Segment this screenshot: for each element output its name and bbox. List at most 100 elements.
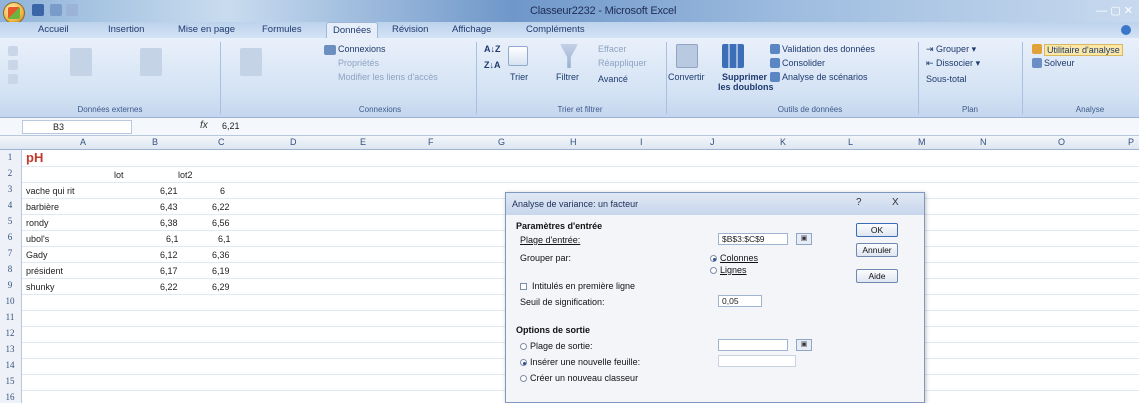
- row-header[interactable]: 8: [0, 264, 20, 274]
- properties-button[interactable]: Propriétés: [338, 58, 379, 68]
- connections-button[interactable]: Connexions: [338, 44, 386, 54]
- value-cell[interactable]: 6,1: [218, 234, 231, 244]
- what-if-analysis-button[interactable]: Analyse de scénarios: [782, 72, 868, 82]
- value-cell[interactable]: 6,43: [160, 202, 178, 212]
- help-icon[interactable]: [1121, 25, 1131, 35]
- tab-affichage[interactable]: Affichage: [452, 24, 491, 35]
- column-header[interactable]: C: [218, 137, 225, 147]
- fx-icon[interactable]: fx: [200, 120, 208, 131]
- column-header[interactable]: P: [1128, 137, 1134, 147]
- name-box[interactable]: B3: [22, 120, 132, 134]
- filter-icon[interactable]: [560, 44, 578, 68]
- refresh-all-icon[interactable]: [240, 48, 262, 76]
- label-cell[interactable]: ubol's: [26, 234, 49, 244]
- column-header[interactable]: H: [570, 137, 577, 147]
- tab-revision[interactable]: Révision: [392, 24, 428, 35]
- radio-columns[interactable]: [710, 255, 717, 262]
- row-header[interactable]: 10: [0, 296, 20, 306]
- radio-new-workbook[interactable]: [520, 375, 527, 382]
- value-cell[interactable]: 6,1: [166, 234, 179, 244]
- clear-filter-button[interactable]: Effacer: [598, 44, 626, 54]
- analysis-toolpak-button[interactable]: Utilitaire d'analyse: [1044, 44, 1123, 56]
- radio-rows[interactable]: [710, 267, 717, 274]
- column-header[interactable]: M: [918, 137, 926, 147]
- row-header[interactable]: 6: [0, 232, 20, 242]
- label-cell[interactable]: rondy: [26, 218, 49, 228]
- save-icon[interactable]: [32, 4, 44, 16]
- new-sheet-name-field[interactable]: [718, 355, 796, 367]
- reapply-filter-button[interactable]: Réappliquer: [598, 58, 647, 68]
- radio-new-sheet[interactable]: [520, 359, 527, 366]
- value-cell[interactable]: 6,36: [212, 250, 230, 260]
- header-cell[interactable]: lot: [114, 170, 124, 180]
- office-button[interactable]: [3, 2, 25, 24]
- value-cell[interactable]: 6,19: [212, 266, 230, 276]
- text-to-columns-icon[interactable]: [676, 44, 698, 68]
- ungroup-button[interactable]: ⇤ Dissocier ▾: [926, 58, 980, 69]
- column-header[interactable]: O: [1058, 137, 1065, 147]
- label-cell[interactable]: shunky: [26, 282, 55, 292]
- dialog-help-icon[interactable]: ?: [856, 197, 862, 208]
- value-cell[interactable]: 6,38: [160, 218, 178, 228]
- column-header[interactable]: N: [980, 137, 987, 147]
- column-header[interactable]: G: [498, 137, 505, 147]
- web-icon[interactable]: [8, 60, 18, 70]
- row-header[interactable]: 9: [0, 280, 20, 290]
- radio-columns-label[interactable]: Colonnes: [720, 253, 758, 263]
- sort-dialog-icon[interactable]: [508, 46, 528, 66]
- text-import-icon[interactable]: [8, 74, 18, 84]
- advanced-filter-button[interactable]: Avancé: [598, 74, 628, 84]
- data-validation-button[interactable]: Validation des données: [782, 44, 875, 54]
- sheet-title-cell[interactable]: pH: [26, 150, 43, 165]
- group-button[interactable]: ⇥ Grouper ▾: [926, 44, 976, 55]
- column-header[interactable]: B: [152, 137, 158, 147]
- connections-icon[interactable]: [324, 45, 336, 55]
- input-range-collapse-button[interactable]: ▣: [796, 233, 812, 245]
- output-range-field[interactable]: [718, 339, 788, 351]
- row-header[interactable]: 3: [0, 184, 20, 194]
- row-header[interactable]: 14: [0, 360, 20, 370]
- column-header[interactable]: K: [780, 137, 786, 147]
- row-header[interactable]: 12: [0, 328, 20, 338]
- tab-insertion[interactable]: Insertion: [108, 24, 144, 35]
- label-cell[interactable]: barbière: [26, 202, 59, 212]
- sort-desc-button[interactable]: Z↓A: [484, 60, 501, 70]
- row-header[interactable]: 15: [0, 376, 20, 386]
- value-cell[interactable]: 6,56: [212, 218, 230, 228]
- column-header[interactable]: F: [428, 137, 434, 147]
- solver-button[interactable]: Solveur: [1044, 58, 1075, 68]
- edit-links-button[interactable]: Modifier les liens d'accès: [338, 72, 438, 82]
- column-header[interactable]: L: [848, 137, 853, 147]
- row-header[interactable]: 4: [0, 200, 20, 210]
- new-sheet-label[interactable]: Insérer une nouvelle feuille:: [530, 357, 640, 367]
- value-cell[interactable]: 6,17: [160, 266, 178, 276]
- consolidate-button[interactable]: Consolider: [782, 58, 825, 68]
- remove-duplicates-button[interactable]: Supprimer: [722, 72, 767, 82]
- tab-complements[interactable]: Compléments: [526, 24, 585, 35]
- dialog-title-bar[interactable]: Analyse de variance: un facteur ? X: [506, 193, 924, 215]
- value-cell[interactable]: 6,22: [212, 202, 230, 212]
- row-header[interactable]: 7: [0, 248, 20, 258]
- subtotal-button[interactable]: Sous-total: [926, 74, 967, 84]
- label-cell[interactable]: Gady: [26, 250, 48, 260]
- row-header[interactable]: 16: [0, 392, 20, 402]
- output-range-label[interactable]: Plage de sortie:: [530, 341, 593, 351]
- value-cell[interactable]: 6,29: [212, 282, 230, 292]
- existing-connections-icon[interactable]: [140, 48, 162, 76]
- tab-donnees[interactable]: Données: [326, 22, 379, 39]
- row-header[interactable]: 13: [0, 344, 20, 354]
- labels-first-row-label[interactable]: Intitulés en première ligne: [532, 281, 635, 291]
- labels-first-row-checkbox[interactable]: [520, 283, 527, 290]
- column-header[interactable]: J: [710, 137, 715, 147]
- input-range-field[interactable]: $B$3:$C$9: [718, 233, 788, 245]
- value-cell[interactable]: 6,21: [160, 186, 178, 196]
- column-header[interactable]: E: [360, 137, 366, 147]
- formula-content[interactable]: 6,21: [222, 121, 240, 131]
- value-cell[interactable]: 6,22: [160, 282, 178, 292]
- label-cell[interactable]: président: [26, 266, 63, 276]
- row-header[interactable]: 2: [0, 168, 20, 178]
- cancel-button[interactable]: Annuler: [856, 243, 898, 257]
- remove-duplicates-icon[interactable]: [722, 44, 744, 68]
- tab-accueil[interactable]: Accueil: [38, 24, 69, 35]
- undo-icon[interactable]: [50, 4, 62, 16]
